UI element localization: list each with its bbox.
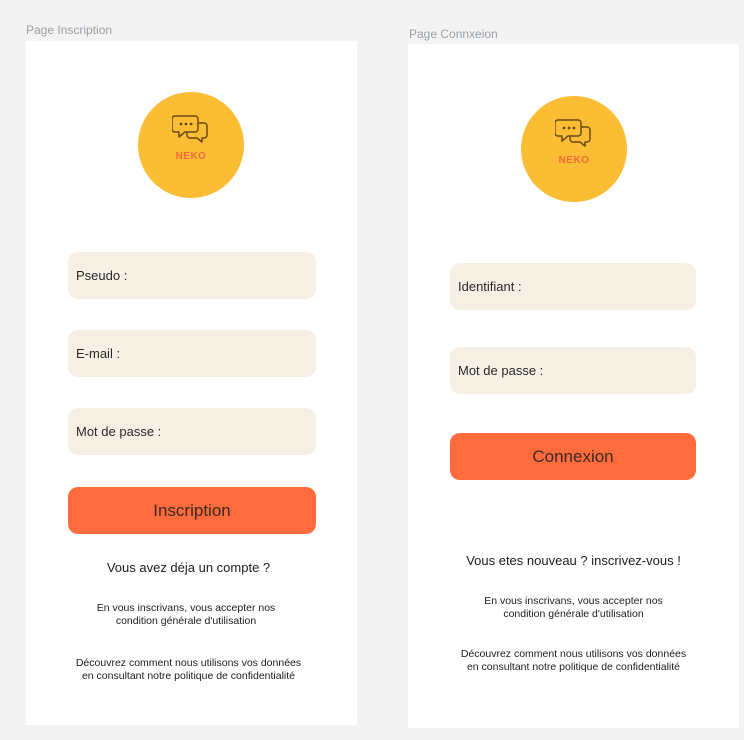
privacy-line-2: en consultant notre politique de confide… (466, 661, 681, 673)
signup-button[interactable]: Inscription (68, 487, 316, 534)
privacy-line-1: Découvrez comment nous utilisons vos don… (75, 657, 302, 669)
logo-text: NEKO (175, 151, 207, 162)
login-button[interactable]: Connexion (450, 433, 696, 480)
design-canvas: Page Inscription NEKO Pseudo : E-mail : … (0, 0, 744, 740)
terms-line-1: En vous inscrivans, vous accepter nos (96, 602, 276, 614)
privacy-text: Découvrez comment nous utilisons vos don… (26, 657, 351, 683)
identifier-field[interactable]: Identifiant : (450, 263, 696, 310)
signup-page: NEKO Pseudo : E-mail : Mot de passe : In… (26, 41, 357, 725)
pseudo-field[interactable]: Pseudo : (68, 252, 316, 299)
terms-line-2: condition générale d'utilisation (115, 615, 257, 627)
privacy-line-1: Découvrez comment nous utilisons vos don… (460, 648, 687, 660)
neko-logo: NEKO (138, 92, 244, 198)
privacy-text: Découvrez comment nous utilisons vos don… (408, 648, 739, 674)
terms-text: En vous inscrivans, vous accepter nos co… (26, 602, 346, 628)
signup-frame-label: Page Inscription (26, 23, 113, 37)
email-field[interactable]: E-mail : (68, 330, 316, 377)
have-account-link[interactable]: Vous avez déja un compte ? (26, 560, 351, 575)
password-field[interactable]: Mot de passe : (450, 347, 696, 394)
terms-line-1: En vous inscrivans, vous accepter nos (484, 595, 663, 607)
signup-link[interactable]: Vous etes nouveau ? inscrivez-vous ! (408, 553, 739, 568)
terms-line-2: condition générale d'utilisation (503, 608, 644, 620)
chat-bubbles-icon (172, 115, 208, 143)
terms-text: En vous inscrivans, vous accepter nos co… (408, 595, 739, 621)
privacy-line-2: en consultant notre politique de confide… (81, 670, 296, 682)
login-page: NEKO Identifiant : Mot de passe : Connex… (408, 44, 739, 728)
password-field[interactable]: Mot de passe : (68, 408, 316, 455)
login-frame-label: Page Connxeion (409, 27, 498, 41)
logo-text: NEKO (558, 155, 590, 166)
chat-bubbles-icon (555, 119, 591, 147)
neko-logo: NEKO (521, 96, 627, 202)
